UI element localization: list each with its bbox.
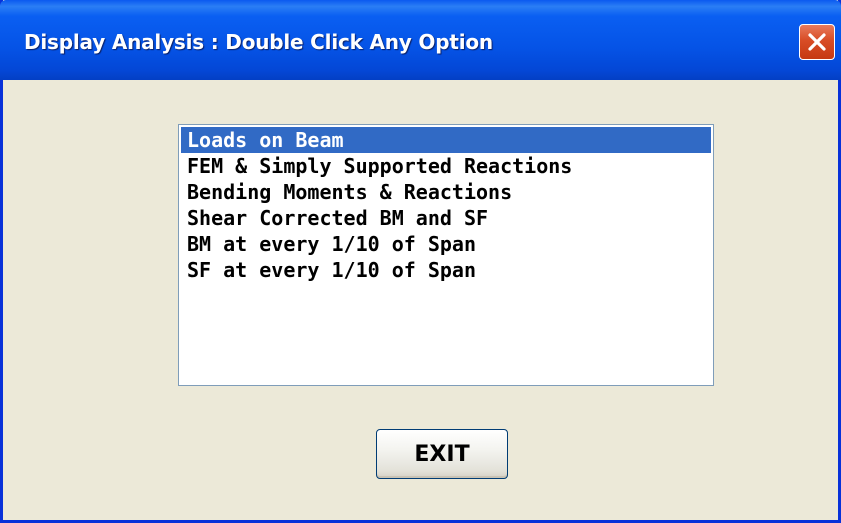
window-title: Display Analysis : Double Click Any Opti… (24, 30, 493, 54)
exit-button[interactable]: EXIT (376, 429, 508, 479)
list-item[interactable]: FEM & Simply Supported Reactions (181, 153, 711, 179)
list-item[interactable]: BM at every 1/10 of Span (181, 231, 711, 257)
close-x-icon (808, 33, 826, 51)
dialog-window: Display Analysis : Double Click Any Opti… (0, 0, 841, 523)
list-item[interactable]: SF at every 1/10 of Span (181, 257, 711, 283)
title-bar[interactable]: Display Analysis : Double Click Any Opti… (0, 0, 841, 80)
list-item[interactable]: Bending Moments & Reactions (181, 179, 711, 205)
close-button[interactable] (799, 24, 835, 60)
options-listbox[interactable]: Loads on Beam FEM & Simply Supported Rea… (178, 124, 714, 386)
list-item[interactable]: Loads on Beam (181, 127, 711, 153)
list-item[interactable]: Shear Corrected BM and SF (181, 205, 711, 231)
